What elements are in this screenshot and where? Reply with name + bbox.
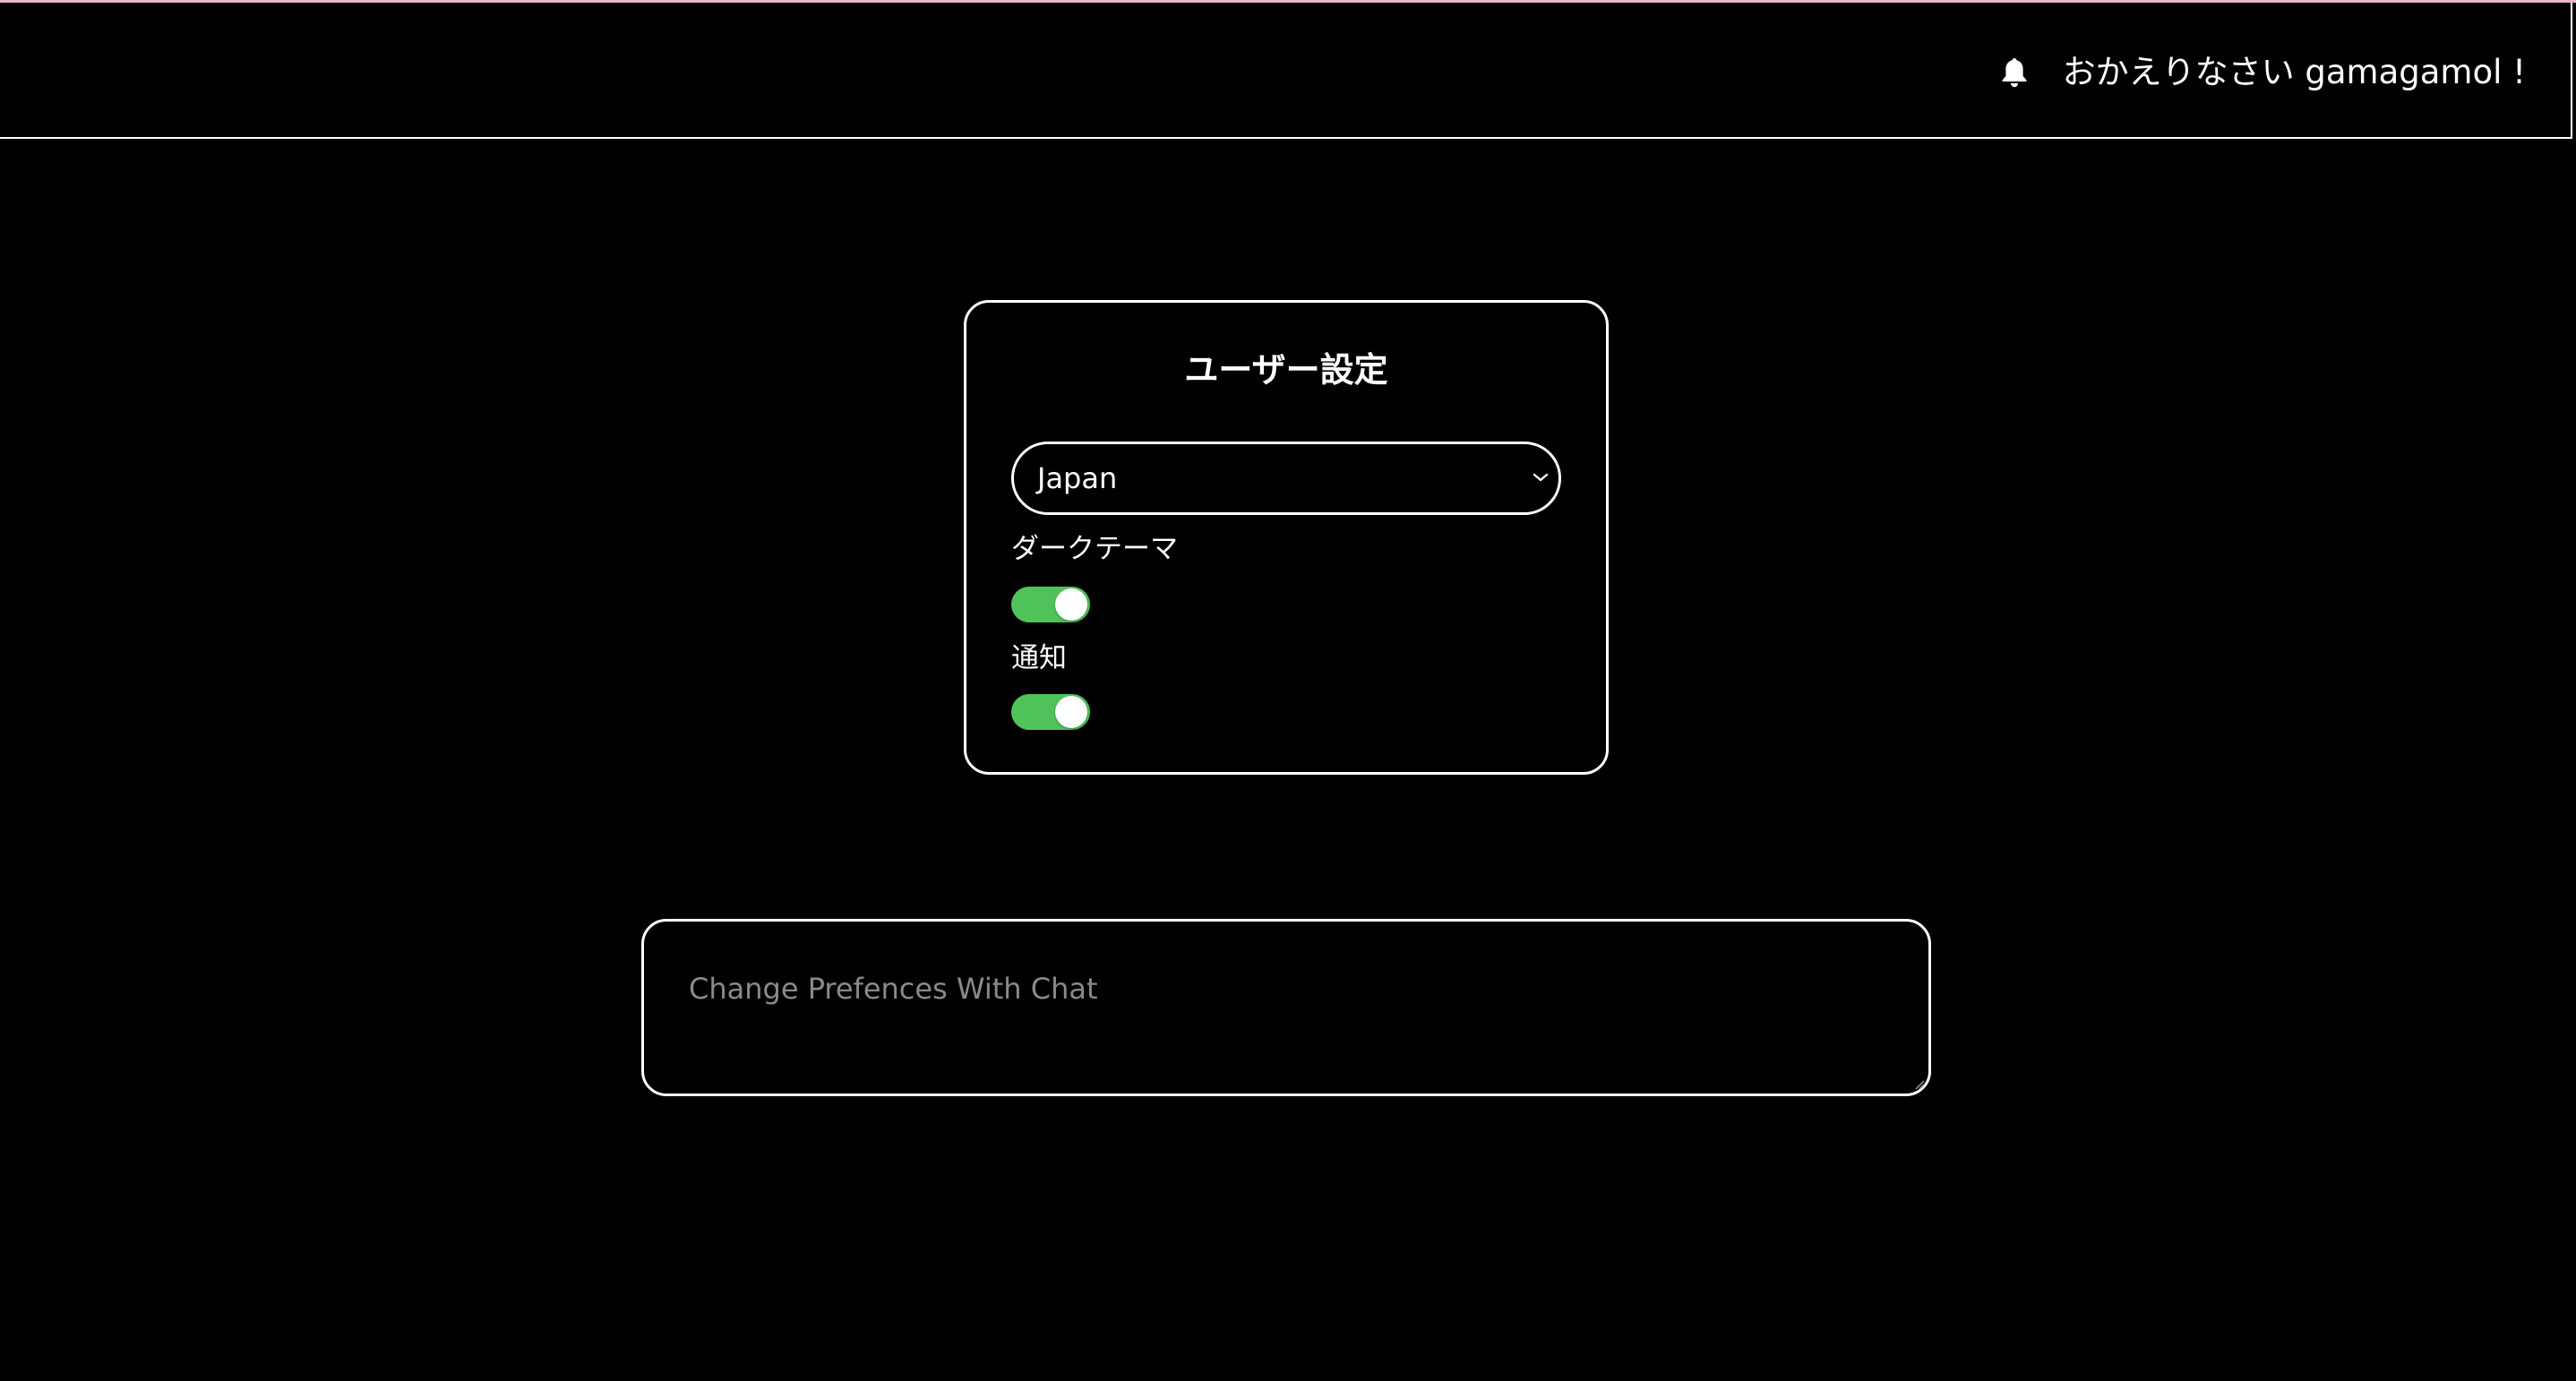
resize-grip-icon[interactable] <box>1914 1079 1925 1090</box>
settings-title: ユーザー設定 <box>1184 350 1388 390</box>
notifications-label: 通知 <box>1011 642 1067 674</box>
country-select-value: Japan <box>1037 461 1118 495</box>
header-user-area: おかえりなさい gamagamol ! <box>2000 47 2526 98</box>
bell-icon[interactable] <box>2000 56 2029 89</box>
toggle-knob <box>1055 696 1087 728</box>
toggle-knob <box>1055 588 1087 621</box>
country-select[interactable]: Japan <box>1011 442 1561 515</box>
chat-input[interactable]: Change Prefences With Chat <box>641 919 1931 1096</box>
dark-theme-label: ダークテーマ <box>1011 533 1178 565</box>
chat-input-placeholder: Change Prefences With Chat <box>689 972 1098 1006</box>
user-settings-card: ユーザー設定 Japan ダークテーマ 通知 <box>964 300 1609 775</box>
notifications-toggle[interactable] <box>1011 694 1090 730</box>
welcome-message: おかえりなさい gamagamol ! <box>2062 53 2526 91</box>
chevron-down-icon <box>1533 473 1549 482</box>
dark-theme-toggle[interactable] <box>1011 587 1090 622</box>
header-bar: おかえりなさい gamagamol ! <box>0 3 2572 139</box>
